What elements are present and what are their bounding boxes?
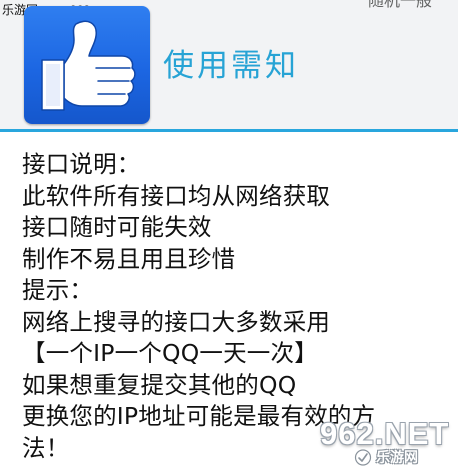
text-line: 接口随时可能失效 (22, 213, 212, 241)
thumbs-up-icon (24, 6, 150, 124)
text-line: 网络上搜寻的接口大多数采用 (22, 307, 331, 336)
watermark-sub-text: 乐游网 (376, 450, 418, 466)
header-divider (0, 129, 458, 132)
watermark-emblem-icon (354, 449, 372, 466)
page-title: 使用需知 (163, 48, 299, 84)
text-line: 如果想重复提交其他的QQ (22, 370, 297, 399)
text-line: 【一个IP一个QQ一天一次】 (22, 339, 318, 367)
header-bar: 随机一般 乐游网 www.962.net 使用需知 (0, 0, 458, 131)
cut-off-top-text: 随机一般 (368, 0, 433, 10)
page: 随机一般 乐游网 www.962.net 使用需知 接口说明： 此软件所有接口均… (0, 0, 458, 473)
text-line: 提示： (22, 276, 94, 304)
text-line: 此软件所有接口均从网络获取 (22, 181, 331, 210)
watermark-main-text: 962.NET (320, 416, 450, 451)
text-line: 接口说明： (22, 150, 141, 178)
thumbs-up-icon-graphic (41, 20, 136, 111)
text-line: 制作不易且用且珍惜 (22, 244, 236, 273)
site-watermark-logo: 962.NET 乐游网 (318, 418, 456, 470)
